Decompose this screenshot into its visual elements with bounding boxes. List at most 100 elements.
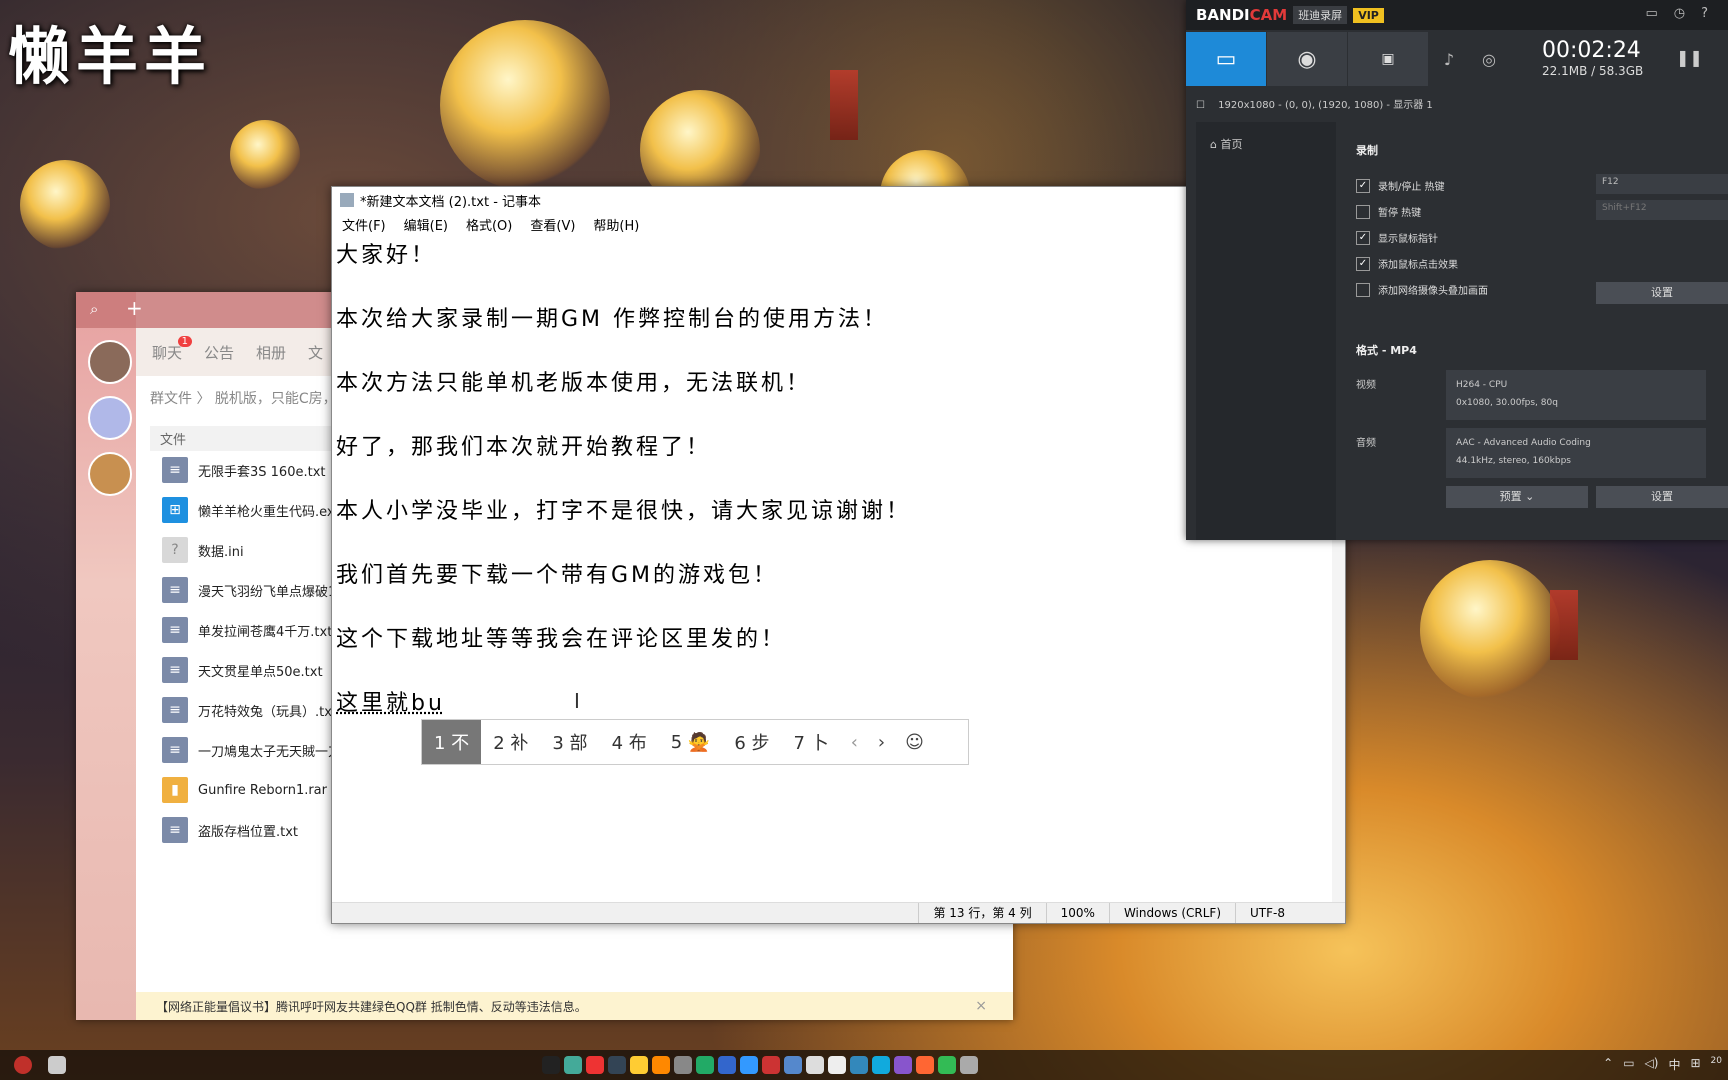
gamepad-icon: ◉ [1297,46,1317,72]
app-icon[interactable] [14,1056,32,1074]
status-bar: 第 13 行，第 4 列 100% Windows (CRLF) UTF-8 [332,902,1345,923]
checkbox-click-effect[interactable]: ✓ 添加鼠标点击效果 [1356,256,1458,271]
text-editor-area[interactable]: 大家好！ 本次给大家录制一期GM 作弊控制台的使用方法！ 本次方法只能单机老版本… [336,237,1331,903]
menu-edit[interactable]: 编辑(E) [404,215,448,234]
avatar[interactable] [88,396,132,440]
avatar[interactable] [88,452,132,496]
ime-candidate[interactable]: 4 布 [600,720,659,764]
volume-icon[interactable]: ◁) [1645,1056,1659,1073]
file-row[interactable]: ≡ 万花特效兔（玩具）.txt [162,694,337,726]
file-row[interactable]: ≡ 单发拉闸苍鹰4千万.txt [162,614,332,646]
ime-candidate[interactable]: 5 🙅 [659,720,723,764]
file-row[interactable]: ▮ Gunfire Reborn1.rar [162,774,327,806]
app-icon[interactable] [564,1056,582,1074]
app-icon[interactable] [872,1056,890,1074]
file-row[interactable]: ? 数据.ini [162,534,244,566]
app-icon[interactable] [916,1056,934,1074]
app-icon[interactable] [740,1056,758,1074]
sidebar-item-home[interactable]: ⌂ 首页 [1210,136,1242,152]
app-icon[interactable] [718,1056,736,1074]
menu-format[interactable]: 格式(O) [466,215,512,234]
clock[interactable]: 20 [1711,1056,1722,1073]
screen-mode-button[interactable]: ▭ [1186,32,1266,86]
qq-icon[interactable] [542,1056,560,1074]
capture-area-info: ☐ 1920x1080 - (0, 0), (1920, 1080) - 显示器… [1196,100,1433,111]
app-icon[interactable] [586,1056,604,1074]
checkbox-pause-hotkey[interactable]: 暂停 热键 [1356,204,1421,219]
help-icon[interactable]: ? [1701,6,1708,21]
keyboard-icon[interactable]: ⊞ [1690,1056,1700,1073]
menu-help[interactable]: 帮助(H) [593,215,639,234]
taskbar: ⌃ ▭ ◁) 中 ⊞ 20 [0,1050,1728,1080]
app-icon[interactable] [894,1056,912,1074]
unread-badge: 1 [177,335,193,347]
network-icon[interactable]: ▭ [1623,1056,1634,1073]
emoji-icon[interactable]: ☺ [895,732,934,753]
app-icon[interactable] [938,1056,956,1074]
folder-icon[interactable]: ▭ [1645,6,1657,21]
tab-album[interactable]: 相册 [256,342,286,363]
close-icon[interactable]: × [975,998,987,1014]
file-row[interactable]: ≡ 天文贯星单点50e.txt [162,654,323,686]
next-page-icon[interactable]: › [868,732,895,753]
bandicam-logo: BANDICAM [1196,6,1288,24]
clock-icon[interactable]: ◷ [1674,6,1685,21]
app-icon[interactable] [784,1056,802,1074]
file-row[interactable]: ≡ 无限手套3S 160e.txt [162,454,326,486]
preset-dropdown[interactable]: 预置 ⌄ [1446,486,1588,508]
steam-icon[interactable] [608,1056,626,1074]
app-icon[interactable] [960,1056,978,1074]
file-row[interactable]: ≡ 盗版存档位置.txt [162,814,298,846]
avatar[interactable] [88,340,132,384]
archive-file-icon: ▮ [162,777,188,803]
ime-candidate[interactable]: 2 补 [481,720,540,764]
pause-icon[interactable]: ❚❚ [1676,48,1703,67]
settings-button[interactable]: 设置 [1596,282,1728,304]
tab-files[interactable]: 文 [308,342,323,363]
app-icon[interactable] [850,1056,868,1074]
microphone-icon[interactable]: ♪ [1429,32,1469,86]
breadcrumb-root[interactable]: 群文件 [150,391,192,407]
file-row[interactable]: ≡ 漫天飞羽纷飞单点爆破15 [162,574,345,606]
ime-candidate[interactable]: 3 部 [540,720,599,764]
app-icon[interactable] [828,1056,846,1074]
game-mode-button[interactable]: ◉ [1267,32,1347,86]
lantern-orb [1420,560,1560,700]
checkbox-icon[interactable]: ☐ [1196,100,1205,111]
hdmi-mode-button[interactable]: ▣ [1348,32,1428,86]
menu-file[interactable]: 文件(F) [342,215,386,234]
ime-candidate[interactable]: 1 不 [422,720,482,764]
webcam-icon[interactable]: ◎ [1469,32,1509,86]
audio-info[interactable]: AAC - Advanced Audio Coding 44.1kHz, ste… [1446,428,1706,478]
app-icon[interactable] [696,1056,714,1074]
watermark-text: 懒羊羊 [8,20,213,93]
ime-candidate[interactable]: 6 步 [722,720,781,764]
text-file-icon: ≡ [162,577,188,603]
capture-mode-bar: ▭ ◉ ▣ ♪ ◎ [1186,32,1509,86]
app-icon[interactable] [674,1056,692,1074]
checkbox-webcam-overlay[interactable]: 添加网络摄像头叠加画面 [1356,282,1488,297]
chevron-up-icon[interactable]: ⌃ [1603,1056,1613,1073]
ime-language-indicator[interactable]: 中 [1668,1056,1680,1073]
tab-chat[interactable]: 聊天 1 [152,335,193,363]
file-row[interactable]: ⊞ 懒羊羊枪火重生代码.exe [162,494,342,526]
checkbox-show-cursor[interactable]: ✓ 显示鼠标指针 [1356,230,1438,245]
breadcrumb: 群文件 〉 脱机版，只能C房， [150,388,337,408]
search-icon[interactable]: ⌕ [90,300,98,318]
format-settings-button[interactable]: 设置 [1596,486,1728,508]
ime-candidate[interactable]: 7 卜 [782,720,841,764]
app-icon[interactable] [762,1056,780,1074]
tab-announcement[interactable]: 公告 [204,342,234,363]
add-icon[interactable]: + [126,296,143,320]
prev-page-icon[interactable]: ‹ [841,732,868,753]
checkbox-hotkey[interactable]: ✓ 录制/停止 热键 [1356,178,1445,193]
file-row[interactable]: ≡ 一刀鳩鬼太子无天賊一刀 [162,734,341,766]
app-icon[interactable] [630,1056,648,1074]
video-info[interactable]: H264 - CPU 0x1080, 30.00fps, 80q [1446,370,1706,420]
pause-hotkey-field[interactable]: Shift+F12 [1596,200,1728,220]
app-icon[interactable] [652,1056,670,1074]
app-icon[interactable] [806,1056,824,1074]
hotkey-field[interactable]: F12 [1596,174,1728,194]
menu-view[interactable]: 查看(V) [530,215,575,234]
app-icon[interactable] [48,1056,66,1074]
